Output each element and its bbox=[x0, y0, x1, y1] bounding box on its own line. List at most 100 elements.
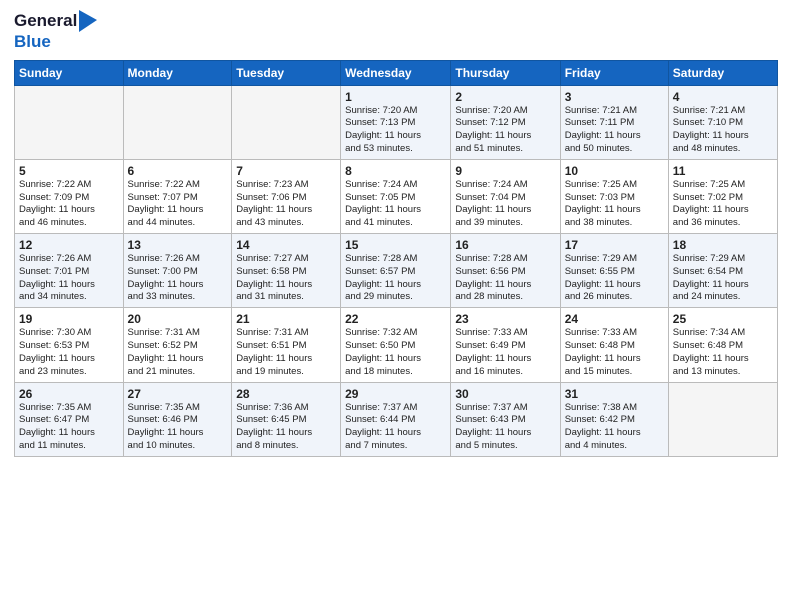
day-info: Sunrise: 7:32 AMSunset: 6:50 PMDaylight:… bbox=[345, 327, 446, 378]
calendar-page: General Blue SundayMondayTuesdayWednesda… bbox=[0, 0, 792, 612]
logo-general-text: General bbox=[14, 11, 77, 31]
day-cell: 4Sunrise: 7:21 AMSunset: 7:10 PMDaylight… bbox=[668, 85, 777, 159]
day-info: Sunrise: 7:24 AMSunset: 7:05 PMDaylight:… bbox=[345, 179, 446, 230]
day-number: 18 bbox=[673, 238, 773, 252]
weekday-header-wednesday: Wednesday bbox=[341, 60, 451, 85]
day-number: 15 bbox=[345, 238, 446, 252]
day-info: Sunrise: 7:24 AMSunset: 7:04 PMDaylight:… bbox=[455, 179, 555, 230]
day-info: Sunrise: 7:28 AMSunset: 6:57 PMDaylight:… bbox=[345, 253, 446, 304]
day-info: Sunrise: 7:31 AMSunset: 6:51 PMDaylight:… bbox=[236, 327, 336, 378]
day-cell bbox=[15, 85, 124, 159]
day-cell: 21Sunrise: 7:31 AMSunset: 6:51 PMDayligh… bbox=[232, 308, 341, 382]
day-number: 24 bbox=[565, 312, 664, 326]
day-number: 30 bbox=[455, 387, 555, 401]
day-info: Sunrise: 7:35 AMSunset: 6:47 PMDaylight:… bbox=[19, 402, 119, 453]
day-info: Sunrise: 7:21 AMSunset: 7:11 PMDaylight:… bbox=[565, 105, 664, 156]
day-cell: 28Sunrise: 7:36 AMSunset: 6:45 PMDayligh… bbox=[232, 382, 341, 456]
logo-blue-text: Blue bbox=[14, 32, 97, 52]
day-info: Sunrise: 7:34 AMSunset: 6:48 PMDaylight:… bbox=[673, 327, 773, 378]
day-info: Sunrise: 7:29 AMSunset: 6:55 PMDaylight:… bbox=[565, 253, 664, 304]
day-cell: 23Sunrise: 7:33 AMSunset: 6:49 PMDayligh… bbox=[451, 308, 560, 382]
day-cell: 11Sunrise: 7:25 AMSunset: 7:02 PMDayligh… bbox=[668, 159, 777, 233]
day-info: Sunrise: 7:22 AMSunset: 7:07 PMDaylight:… bbox=[128, 179, 228, 230]
day-number: 19 bbox=[19, 312, 119, 326]
day-cell: 7Sunrise: 7:23 AMSunset: 7:06 PMDaylight… bbox=[232, 159, 341, 233]
day-cell: 3Sunrise: 7:21 AMSunset: 7:11 PMDaylight… bbox=[560, 85, 668, 159]
day-number: 21 bbox=[236, 312, 336, 326]
day-info: Sunrise: 7:33 AMSunset: 6:49 PMDaylight:… bbox=[455, 327, 555, 378]
week-row-2: 5Sunrise: 7:22 AMSunset: 7:09 PMDaylight… bbox=[15, 159, 778, 233]
day-cell: 26Sunrise: 7:35 AMSunset: 6:47 PMDayligh… bbox=[15, 382, 124, 456]
day-number: 6 bbox=[128, 164, 228, 178]
week-row-4: 19Sunrise: 7:30 AMSunset: 6:53 PMDayligh… bbox=[15, 308, 778, 382]
day-info: Sunrise: 7:35 AMSunset: 6:46 PMDaylight:… bbox=[128, 402, 228, 453]
day-info: Sunrise: 7:25 AMSunset: 7:02 PMDaylight:… bbox=[673, 179, 773, 230]
day-info: Sunrise: 7:26 AMSunset: 7:00 PMDaylight:… bbox=[128, 253, 228, 304]
day-cell: 24Sunrise: 7:33 AMSunset: 6:48 PMDayligh… bbox=[560, 308, 668, 382]
day-cell: 31Sunrise: 7:38 AMSunset: 6:42 PMDayligh… bbox=[560, 382, 668, 456]
logo-icon bbox=[79, 10, 97, 32]
day-number: 31 bbox=[565, 387, 664, 401]
header: General Blue bbox=[14, 10, 778, 52]
day-number: 5 bbox=[19, 164, 119, 178]
weekday-header-row: SundayMondayTuesdayWednesdayThursdayFrid… bbox=[15, 60, 778, 85]
day-number: 4 bbox=[673, 90, 773, 104]
day-cell: 10Sunrise: 7:25 AMSunset: 7:03 PMDayligh… bbox=[560, 159, 668, 233]
weekday-header-tuesday: Tuesday bbox=[232, 60, 341, 85]
day-cell: 5Sunrise: 7:22 AMSunset: 7:09 PMDaylight… bbox=[15, 159, 124, 233]
day-info: Sunrise: 7:25 AMSunset: 7:03 PMDaylight:… bbox=[565, 179, 664, 230]
day-cell: 14Sunrise: 7:27 AMSunset: 6:58 PMDayligh… bbox=[232, 234, 341, 308]
day-cell: 27Sunrise: 7:35 AMSunset: 6:46 PMDayligh… bbox=[123, 382, 232, 456]
day-cell bbox=[232, 85, 341, 159]
day-cell: 22Sunrise: 7:32 AMSunset: 6:50 PMDayligh… bbox=[341, 308, 451, 382]
day-number: 25 bbox=[673, 312, 773, 326]
day-cell bbox=[668, 382, 777, 456]
day-number: 17 bbox=[565, 238, 664, 252]
weekday-header-friday: Friday bbox=[560, 60, 668, 85]
day-number: 14 bbox=[236, 238, 336, 252]
day-number: 7 bbox=[236, 164, 336, 178]
day-cell bbox=[123, 85, 232, 159]
day-number: 27 bbox=[128, 387, 228, 401]
day-number: 23 bbox=[455, 312, 555, 326]
day-info: Sunrise: 7:22 AMSunset: 7:09 PMDaylight:… bbox=[19, 179, 119, 230]
calendar-table: SundayMondayTuesdayWednesdayThursdayFrid… bbox=[14, 60, 778, 457]
day-number: 13 bbox=[128, 238, 228, 252]
day-info: Sunrise: 7:20 AMSunset: 7:13 PMDaylight:… bbox=[345, 105, 446, 156]
week-row-3: 12Sunrise: 7:26 AMSunset: 7:01 PMDayligh… bbox=[15, 234, 778, 308]
day-cell: 20Sunrise: 7:31 AMSunset: 6:52 PMDayligh… bbox=[123, 308, 232, 382]
day-number: 10 bbox=[565, 164, 664, 178]
day-info: Sunrise: 7:23 AMSunset: 7:06 PMDaylight:… bbox=[236, 179, 336, 230]
day-cell: 29Sunrise: 7:37 AMSunset: 6:44 PMDayligh… bbox=[341, 382, 451, 456]
day-number: 3 bbox=[565, 90, 664, 104]
day-cell: 6Sunrise: 7:22 AMSunset: 7:07 PMDaylight… bbox=[123, 159, 232, 233]
day-cell: 8Sunrise: 7:24 AMSunset: 7:05 PMDaylight… bbox=[341, 159, 451, 233]
weekday-header-sunday: Sunday bbox=[15, 60, 124, 85]
logo: General Blue bbox=[14, 10, 97, 52]
day-number: 22 bbox=[345, 312, 446, 326]
day-cell: 19Sunrise: 7:30 AMSunset: 6:53 PMDayligh… bbox=[15, 308, 124, 382]
day-cell: 1Sunrise: 7:20 AMSunset: 7:13 PMDaylight… bbox=[341, 85, 451, 159]
day-number: 11 bbox=[673, 164, 773, 178]
day-number: 8 bbox=[345, 164, 446, 178]
day-cell: 18Sunrise: 7:29 AMSunset: 6:54 PMDayligh… bbox=[668, 234, 777, 308]
day-info: Sunrise: 7:36 AMSunset: 6:45 PMDaylight:… bbox=[236, 402, 336, 453]
day-cell: 9Sunrise: 7:24 AMSunset: 7:04 PMDaylight… bbox=[451, 159, 560, 233]
day-number: 26 bbox=[19, 387, 119, 401]
day-number: 28 bbox=[236, 387, 336, 401]
day-info: Sunrise: 7:27 AMSunset: 6:58 PMDaylight:… bbox=[236, 253, 336, 304]
day-number: 29 bbox=[345, 387, 446, 401]
day-cell: 25Sunrise: 7:34 AMSunset: 6:48 PMDayligh… bbox=[668, 308, 777, 382]
day-cell: 30Sunrise: 7:37 AMSunset: 6:43 PMDayligh… bbox=[451, 382, 560, 456]
day-info: Sunrise: 7:37 AMSunset: 6:44 PMDaylight:… bbox=[345, 402, 446, 453]
day-info: Sunrise: 7:28 AMSunset: 6:56 PMDaylight:… bbox=[455, 253, 555, 304]
weekday-header-thursday: Thursday bbox=[451, 60, 560, 85]
day-number: 9 bbox=[455, 164, 555, 178]
day-cell: 15Sunrise: 7:28 AMSunset: 6:57 PMDayligh… bbox=[341, 234, 451, 308]
day-info: Sunrise: 7:37 AMSunset: 6:43 PMDaylight:… bbox=[455, 402, 555, 453]
day-info: Sunrise: 7:26 AMSunset: 7:01 PMDaylight:… bbox=[19, 253, 119, 304]
week-row-5: 26Sunrise: 7:35 AMSunset: 6:47 PMDayligh… bbox=[15, 382, 778, 456]
weekday-header-monday: Monday bbox=[123, 60, 232, 85]
day-info: Sunrise: 7:30 AMSunset: 6:53 PMDaylight:… bbox=[19, 327, 119, 378]
day-info: Sunrise: 7:31 AMSunset: 6:52 PMDaylight:… bbox=[128, 327, 228, 378]
